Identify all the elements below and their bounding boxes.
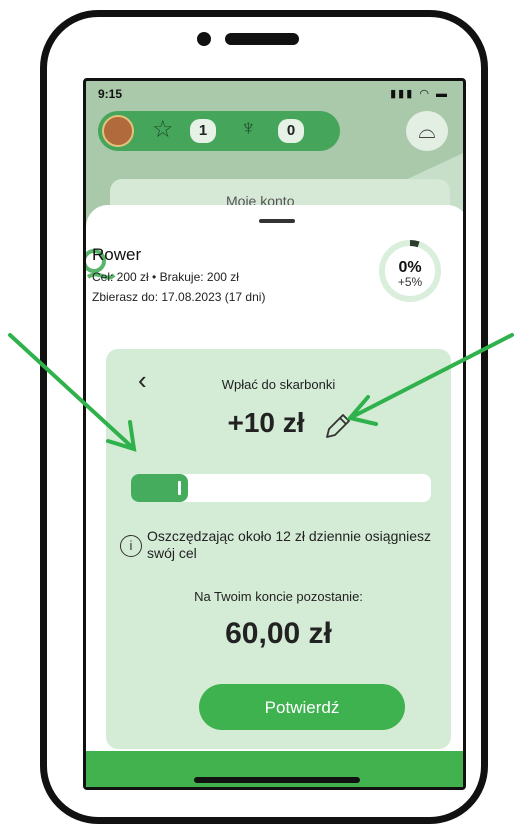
amount-slider-thumb[interactable] — [178, 481, 181, 495]
status-time: 9:15 — [98, 87, 123, 101]
phone-screen: 9:15 ▮▮▮ ◠ ▬ ☆ 1 ♆ 0 ⌓ Moje konto Rower … — [83, 78, 466, 790]
sheet-drag-handle[interactable] — [259, 219, 295, 223]
wifi-icon: ◠ — [419, 88, 431, 100]
goal-deadline-line: Zbierasz do: 17.08.2023 (17 dni) — [92, 290, 266, 304]
amount-slider[interactable] — [131, 474, 431, 502]
battery-icon: ▬ — [436, 88, 449, 100]
edit-pencil-icon[interactable] — [319, 409, 355, 443]
chat-button[interactable]: ⌓ — [406, 111, 448, 151]
star-count-badge: 1 — [190, 119, 216, 143]
trophy-icon: ♆ — [240, 115, 257, 140]
camera-icon — [197, 32, 211, 46]
speaker-slot — [225, 33, 299, 45]
goal-progress-delta: +5% — [397, 275, 423, 289]
deposit-amount: +10 zł — [227, 407, 305, 438]
info-icon: i — [120, 535, 142, 557]
signal-icon: ▮▮▮ — [390, 88, 415, 100]
bottom-bar — [86, 751, 463, 787]
goal-target-line: Cel: 200 zł • Brakuje: 200 zł — [92, 270, 239, 284]
confirm-button[interactable]: Potwierdź — [199, 684, 405, 730]
deposit-card: ‹ Wpłać do skarbonki +10 zł i Oszczędzaj… — [106, 349, 451, 749]
deposit-title: Wpłać do skarbonki — [221, 377, 336, 392]
goal-title: Rower — [92, 245, 142, 264]
savings-info-text: Oszczędzając około 12 zł dziennie osiągn… — [147, 528, 432, 561]
trophy-count-badge: 0 — [278, 119, 304, 143]
status-icons: ▮▮▮ ◠ ▬ — [390, 87, 449, 100]
remaining-balance-value: 60,00 zł — [225, 617, 332, 650]
remaining-balance-label: Na Twoim koncie pozostanie: — [194, 589, 363, 604]
avatar[interactable] — [102, 115, 134, 147]
rewards-pill[interactable]: ☆ 1 ♆ 0 — [98, 111, 340, 151]
star-icon: ☆ — [152, 116, 174, 143]
chat-bubbles-icon: ⌓ — [418, 118, 436, 143]
bottom-sheet: Rower Cel: 200 zł • Brakuje: 200 zł Zbie… — [86, 205, 463, 787]
home-indicator[interactable] — [194, 777, 360, 783]
